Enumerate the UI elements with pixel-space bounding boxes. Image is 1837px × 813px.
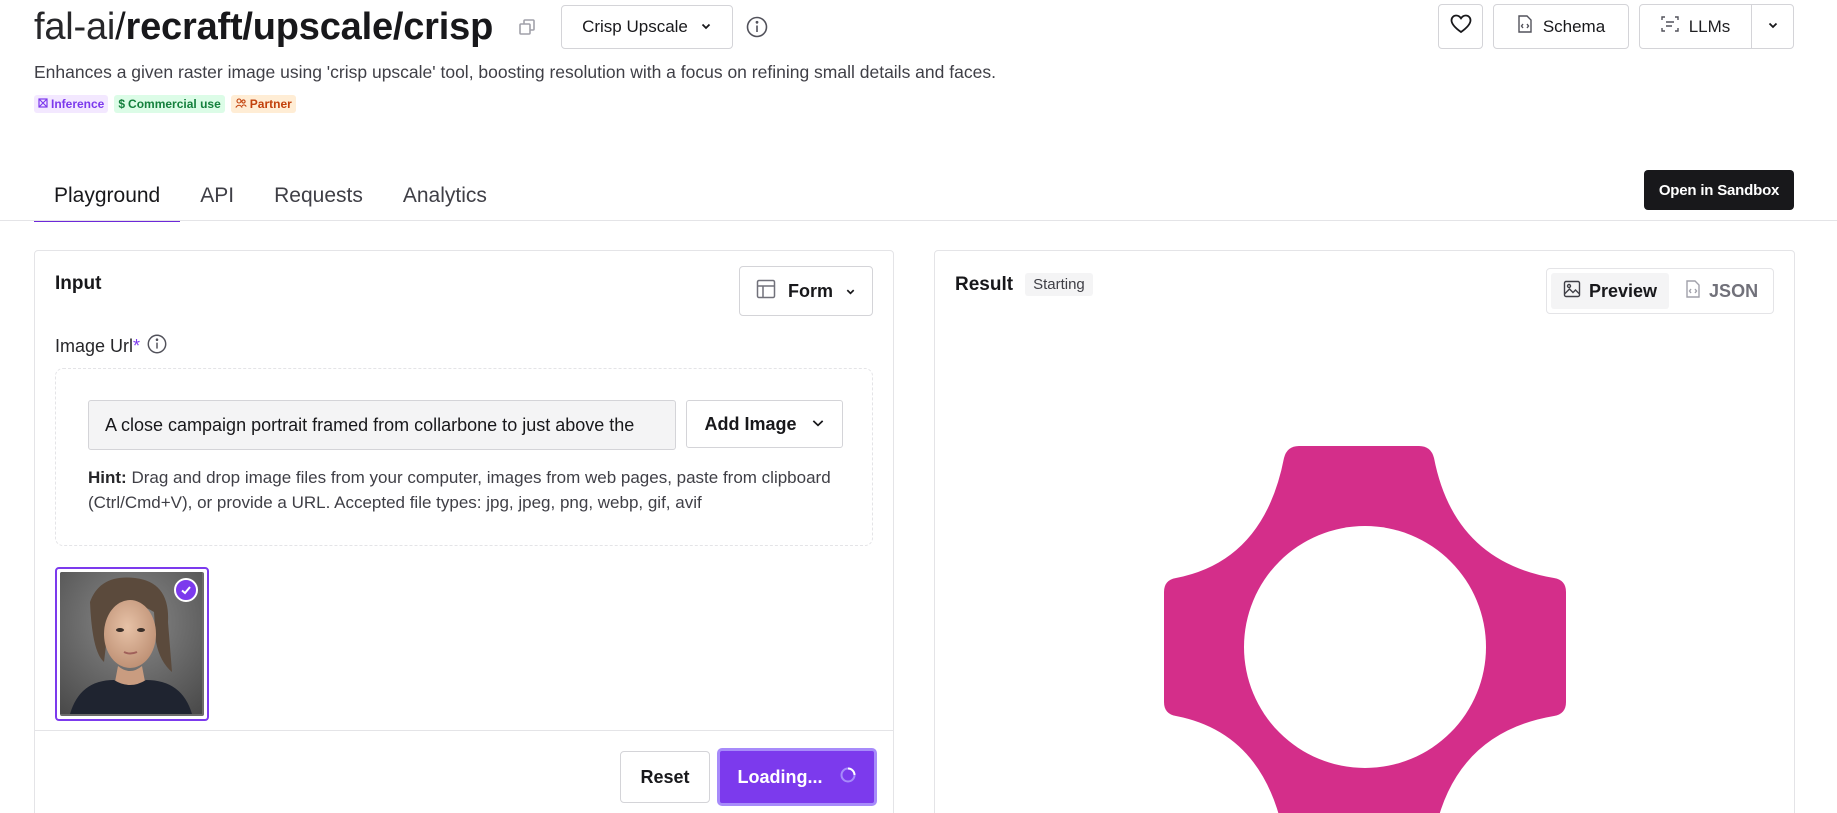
form-mode-label: Form bbox=[788, 280, 833, 301]
chevron-down-icon bbox=[1767, 18, 1779, 36]
input-footer-divider bbox=[35, 730, 893, 731]
image-url-input[interactable]: A close campaign portrait framed from co… bbox=[88, 400, 676, 450]
llms-dropdown-button[interactable] bbox=[1752, 5, 1793, 48]
tabs-divider bbox=[0, 220, 1837, 221]
inference-badge: Inference bbox=[34, 95, 109, 113]
spinner-icon bbox=[839, 766, 857, 789]
reset-button[interactable]: Reset bbox=[620, 751, 710, 803]
image-icon bbox=[1563, 280, 1581, 303]
open-in-sandbox-button[interactable]: Open in Sandbox bbox=[1644, 170, 1794, 210]
file-code-icon bbox=[1685, 279, 1701, 303]
hint-label: Hint: bbox=[88, 468, 127, 487]
tab-analytics[interactable]: Analytics bbox=[383, 170, 507, 222]
input-panel-title: Input bbox=[55, 273, 102, 294]
tab-requests[interactable]: Requests bbox=[254, 170, 383, 222]
top-actions: Schema LLMs bbox=[1438, 4, 1794, 49]
chevron-down-icon bbox=[845, 281, 856, 302]
result-view-toggle: Preview JSON bbox=[1546, 268, 1774, 314]
schema-label: Schema bbox=[1542, 16, 1606, 36]
add-image-button[interactable]: Add Image bbox=[686, 400, 843, 448]
fal-logo-placeholder bbox=[1164, 446, 1566, 813]
required-mark: * bbox=[133, 336, 141, 356]
partner-icon bbox=[235, 97, 247, 111]
run-button[interactable]: Loading... bbox=[717, 748, 877, 806]
preview-label: Preview bbox=[1589, 280, 1658, 301]
input-panel: Input Form Image Url* A close campaign p… bbox=[34, 250, 894, 813]
form-mode-select[interactable]: Form bbox=[739, 266, 873, 316]
selected-check-icon bbox=[174, 578, 198, 602]
tab-playground[interactable]: Playground bbox=[34, 170, 181, 222]
chevron-down-icon bbox=[811, 414, 825, 435]
scan-text-icon bbox=[1661, 16, 1679, 37]
model-path: recraft/upscale/crisp bbox=[125, 5, 494, 48]
layout-icon bbox=[756, 279, 776, 304]
dropzone-hint: Hint: Drag and drop image files from you… bbox=[88, 465, 848, 515]
run-button-label: Loading... bbox=[737, 766, 823, 787]
model-namespace: fal-ai bbox=[34, 5, 116, 48]
tab-bar: Playground API Requests Analytics bbox=[34, 170, 507, 222]
badge-row: Inference $ Commercial use Partner bbox=[34, 95, 1034, 113]
heart-icon bbox=[1450, 14, 1472, 39]
inference-badge-label: Inference bbox=[51, 97, 105, 111]
favorite-button[interactable] bbox=[1438, 4, 1483, 49]
preview-tab[interactable]: Preview bbox=[1551, 273, 1670, 309]
llms-button[interactable]: LLMs bbox=[1640, 5, 1752, 48]
dollar-icon: $ bbox=[118, 97, 126, 111]
info-icon[interactable] bbox=[146, 333, 168, 360]
partner-badge-label: Partner bbox=[249, 97, 292, 111]
copy-icon[interactable] bbox=[517, 17, 537, 37]
partner-badge: Partner bbox=[230, 95, 296, 113]
llms-label: LLMs bbox=[1688, 16, 1731, 36]
commercial-use-badge-label: Commercial use bbox=[128, 97, 221, 111]
title-row: fal-ai/recraft/upscale/crisp Crisp Upsca… bbox=[34, 0, 1034, 54]
schema-button[interactable]: Schema bbox=[1493, 4, 1629, 49]
llms-button-group: LLMs bbox=[1639, 4, 1794, 49]
model-description: Enhances a given raster image using 'cri… bbox=[34, 62, 996, 82]
status-badge: Starting bbox=[1025, 273, 1093, 296]
result-header: Result Starting bbox=[955, 273, 1093, 296]
inference-icon bbox=[38, 97, 48, 111]
image-url-label: Image Url* bbox=[55, 333, 168, 360]
file-code-icon bbox=[1517, 15, 1533, 38]
result-panel: Result Starting Preview JSON bbox=[934, 250, 1795, 813]
chevron-down-icon bbox=[700, 17, 712, 37]
result-panel-title: Result bbox=[955, 273, 1014, 295]
add-image-label: Add Image bbox=[704, 413, 797, 434]
hint-text: Drag and drop image files from your comp… bbox=[88, 468, 831, 512]
info-icon[interactable] bbox=[745, 15, 769, 39]
portrait-image bbox=[60, 572, 204, 716]
model-title: fal-ai/recraft/upscale/crisp bbox=[34, 6, 493, 49]
image-dropzone[interactable]: A close campaign portrait framed from co… bbox=[55, 368, 873, 546]
json-label: JSON bbox=[1709, 280, 1759, 301]
image-url-label-text: Image Url bbox=[55, 336, 134, 356]
variant-label: Crisp Upscale bbox=[582, 17, 688, 36]
model-header: fal-ai/recraft/upscale/crisp Crisp Upsca… bbox=[34, 0, 1034, 113]
json-tab[interactable]: JSON bbox=[1673, 273, 1770, 309]
commercial-use-badge: $ Commercial use bbox=[114, 95, 225, 113]
variant-select[interactable]: Crisp Upscale bbox=[561, 5, 733, 49]
tab-api[interactable]: API bbox=[180, 170, 254, 222]
title-separator: / bbox=[115, 5, 126, 48]
image-thumbnail[interactable] bbox=[55, 567, 209, 721]
